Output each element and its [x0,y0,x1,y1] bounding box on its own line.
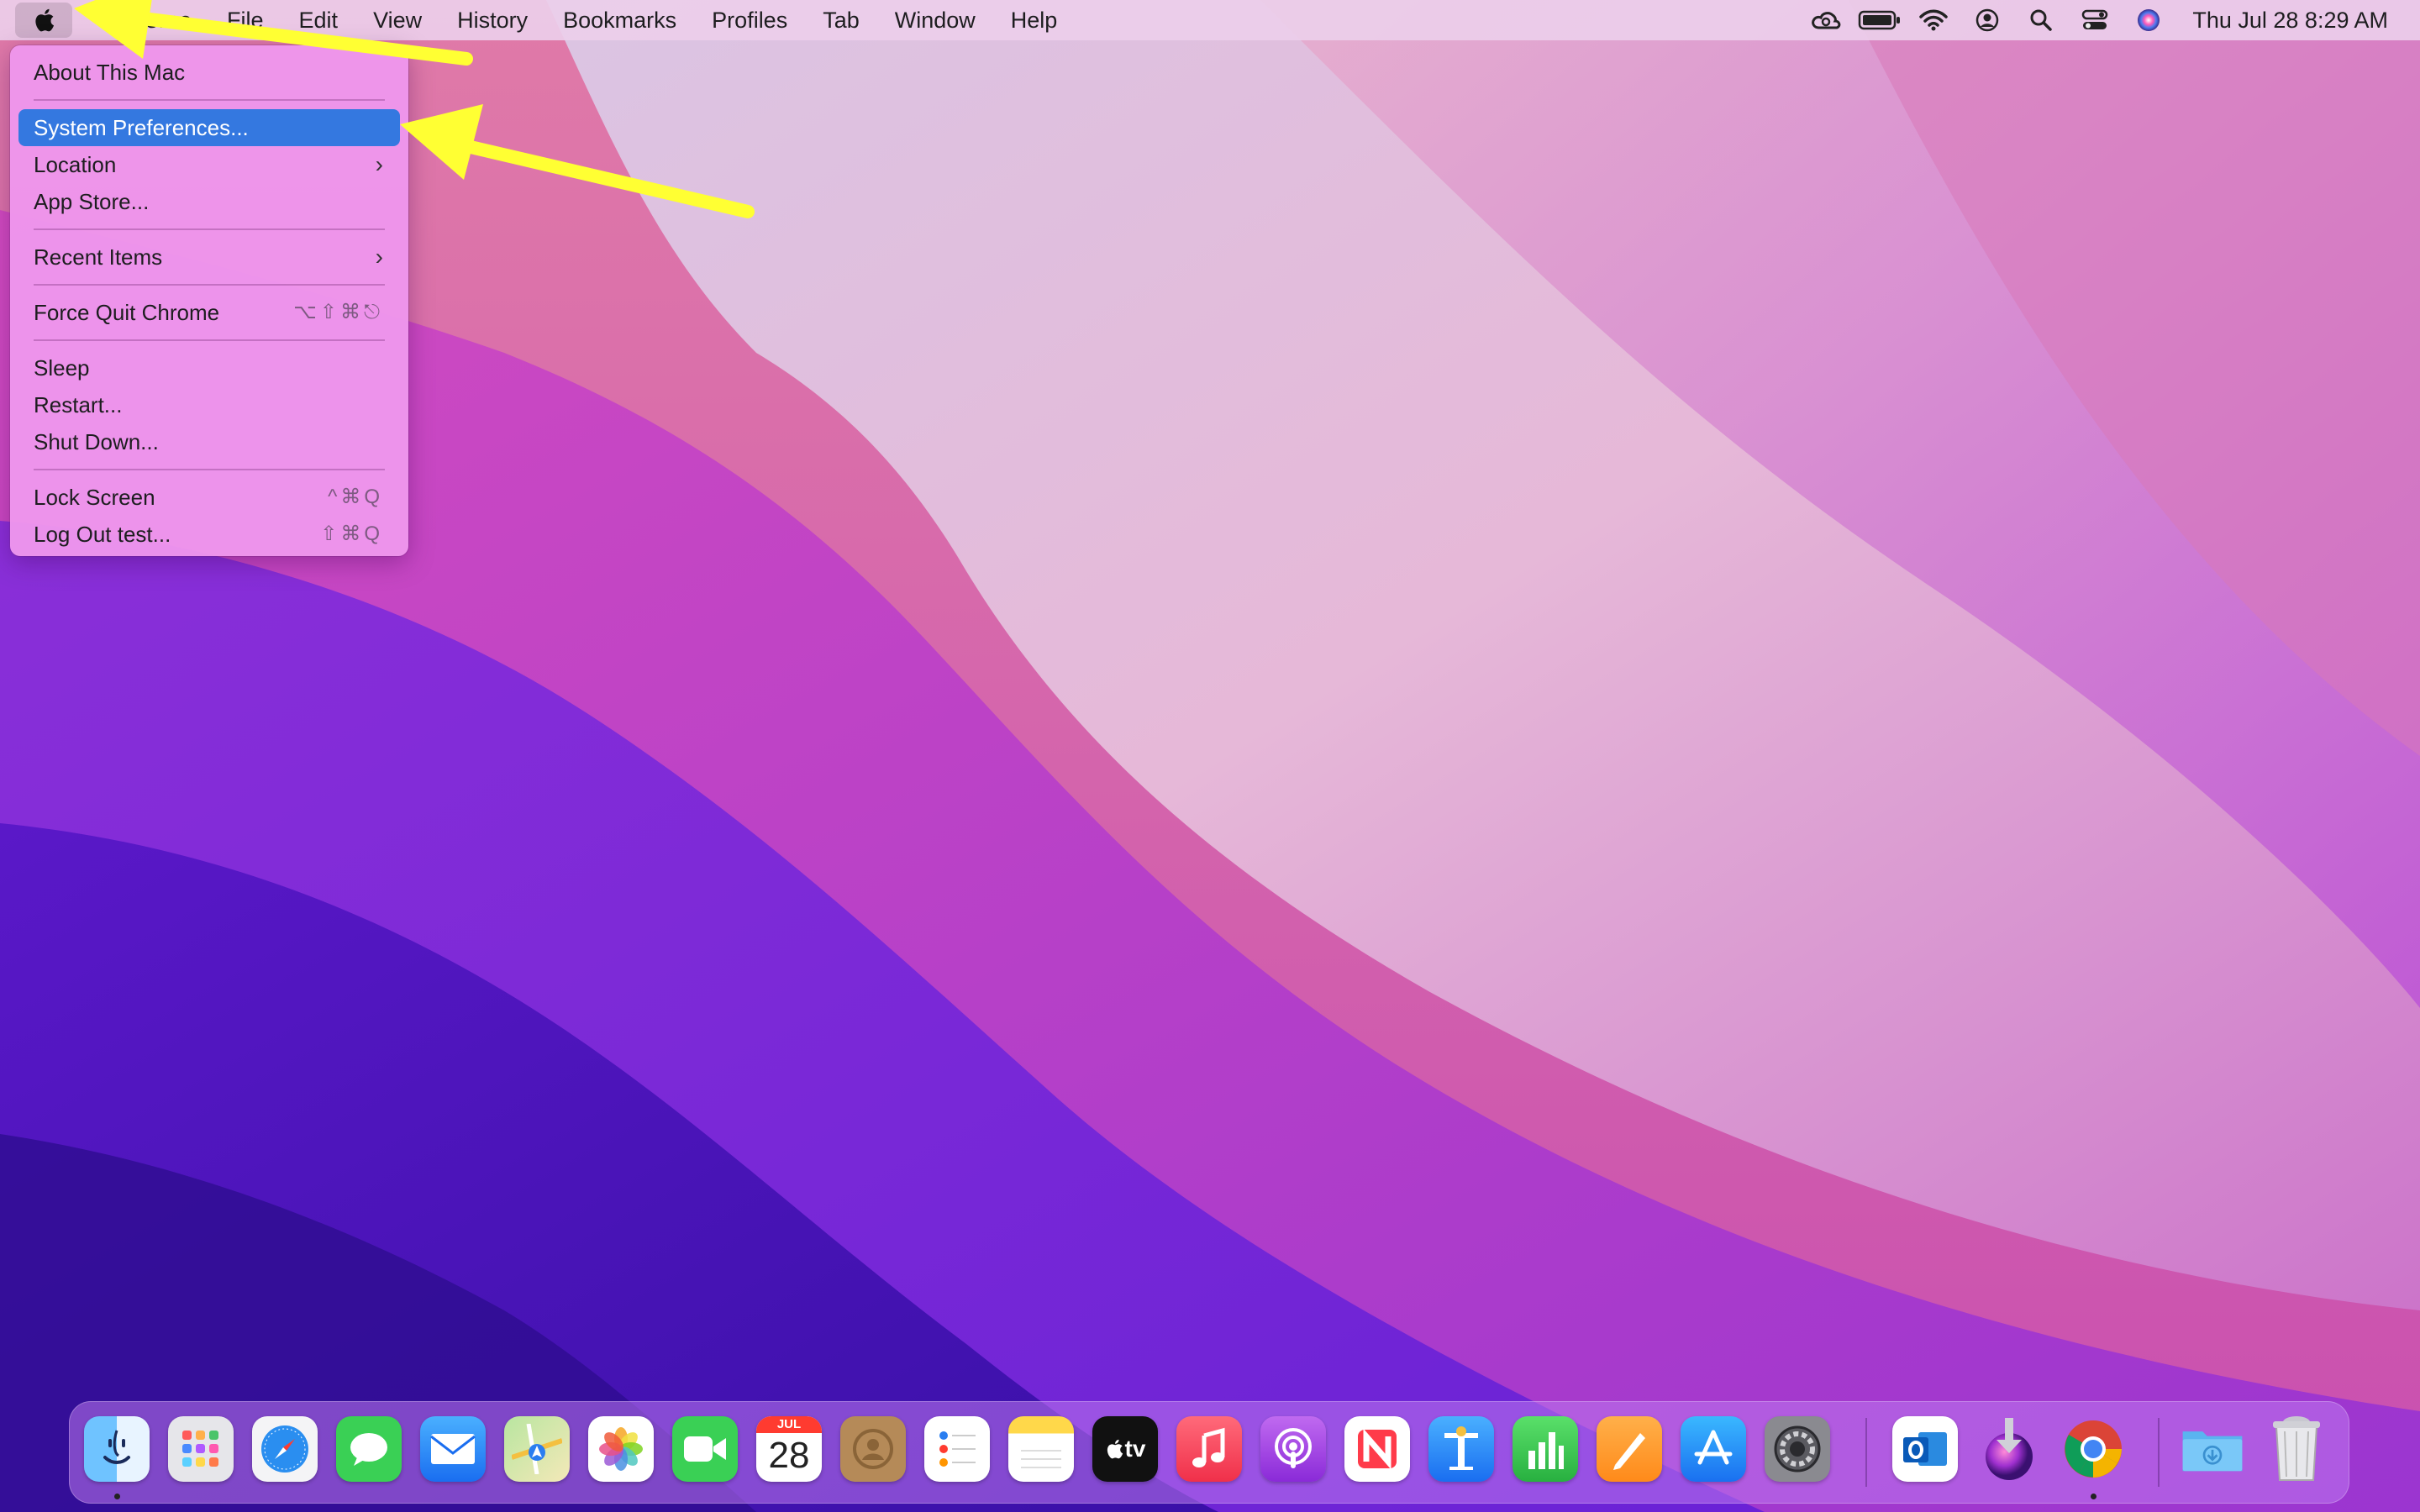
menubar-clock[interactable]: Thu Jul 28 8:29 AM [2192,8,2388,34]
menu-item-label: Sleep [34,355,90,381]
menu-item-label: App Store... [34,189,150,214]
menu-item-label: Lock Screen [34,485,155,510]
menu-item-recent-items[interactable]: Recent Items › [18,239,400,276]
menu-bar: Chrome File Edit View History Bookmarks … [0,0,2420,40]
menu-item-force-quit[interactable]: Force Quit Chrome ⌥⇧⌘⎋ [18,294,400,331]
creative-cloud-icon[interactable] [1799,0,1853,40]
menu-item-label: About This Mac [34,60,186,85]
menu-item-about-this-mac[interactable]: About This Mac [18,54,400,91]
dock-launchpad-icon[interactable] [168,1416,234,1482]
menu-item-log-out[interactable]: Log Out test... ⇧⌘Q [18,516,400,553]
chevron-right-icon: › [375,151,383,177]
dock-trash-icon[interactable] [2264,1416,2329,1482]
menu-item-system-preferences[interactable]: System Preferences... [18,109,400,146]
menu-separator [34,228,385,230]
calendar-day: 28 [768,1435,810,1476]
wifi-icon[interactable] [1907,0,1960,40]
menu-separator [34,284,385,286]
dock-chrome-icon[interactable] [2060,1416,2126,1482]
control-center-icon[interactable] [2068,0,2122,40]
menu-app-name[interactable]: Chrome [97,0,209,40]
dock-music-icon[interactable] [1176,1416,1242,1482]
menu-view[interactable]: View [355,0,439,40]
siri-icon[interactable] [2122,0,2175,40]
dock-app-store-icon[interactable] [1681,1416,1746,1482]
dock-installer-icon[interactable] [1976,1416,2042,1482]
menu-item-label: System Preferences... [34,115,249,140]
menu-item-label: Log Out test... [34,522,171,547]
menu-history[interactable]: History [439,0,545,40]
user-account-icon[interactable] [1960,0,2014,40]
keyboard-shortcut: ^⌘Q [328,486,383,508]
menu-item-label: Shut Down... [34,429,159,454]
menu-separator [34,99,385,101]
dock-contacts-icon[interactable] [840,1416,906,1482]
menu-item-label: Location [34,152,117,177]
apple-menu-button[interactable] [15,3,72,38]
dock-system-preferences-icon[interactable] [1765,1416,1830,1482]
dock-keynote-icon[interactable] [1428,1416,1494,1482]
menu-separator [34,469,385,470]
menu-item-lock-screen[interactable]: Lock Screen ^⌘Q [18,479,400,516]
dock-numbers-icon[interactable] [1512,1416,1578,1482]
dock-finder-icon[interactable] [84,1416,150,1482]
menu-item-app-store[interactable]: App Store... [18,183,400,220]
menu-help[interactable]: Help [993,0,1076,40]
menu-item-label: Recent Items [34,244,163,270]
dock-divider [2158,1418,2160,1487]
keyboard-shortcut: ⌥⇧⌘⎋ [293,301,383,323]
dock-outlook-icon[interactable] [1892,1416,1958,1482]
menu-file[interactable]: File [209,0,281,40]
dock-calendar-icon[interactable]: JUL 28 [756,1416,822,1482]
dock-divider [1865,1418,1867,1487]
dock-tv-icon[interactable]: tv [1092,1416,1158,1482]
menu-profiles[interactable]: Profiles [694,0,805,40]
keyboard-shortcut: ⇧⌘Q [320,522,383,545]
menu-separator [34,339,385,341]
dock-safari-icon[interactable] [252,1416,318,1482]
running-indicator [2091,1494,2096,1499]
dock-maps-icon[interactable] [504,1416,570,1482]
dock: JUL 28 tv [69,1401,2349,1504]
battery-icon[interactable] [1853,0,1907,40]
dock-messages-icon[interactable] [336,1416,402,1482]
spotlight-search-icon[interactable] [2014,0,2068,40]
menu-item-location[interactable]: Location › [18,146,400,183]
running-indicator [114,1494,120,1499]
dock-mail-icon[interactable] [420,1416,486,1482]
menu-window[interactable]: Window [877,0,993,40]
dock-facetime-icon[interactable] [672,1416,738,1482]
menu-item-label: Force Quit Chrome [34,300,220,325]
menu-item-sleep[interactable]: Sleep [18,349,400,386]
dock-photos-icon[interactable] [588,1416,654,1482]
dock-podcasts-icon[interactable] [1260,1416,1326,1482]
menu-bookmarks[interactable]: Bookmarks [545,0,694,40]
menu-item-restart[interactable]: Restart... [18,386,400,423]
chevron-right-icon: › [375,244,383,270]
menu-item-shut-down[interactable]: Shut Down... [18,423,400,460]
dock-pages-icon[interactable] [1597,1416,1662,1482]
apple-dropdown-menu: About This Mac System Preferences... Loc… [10,45,408,556]
menu-tab[interactable]: Tab [805,0,877,40]
dock-news-icon[interactable] [1344,1416,1410,1482]
dock-downloads-folder-icon[interactable] [2180,1416,2245,1482]
dock-notes-icon[interactable] [1008,1416,1074,1482]
dock-reminders-icon[interactable] [924,1416,990,1482]
menu-edit[interactable]: Edit [281,0,356,40]
menu-item-label: Restart... [34,392,123,417]
calendar-month: JUL [756,1416,822,1433]
tv-label: tv [1124,1436,1146,1462]
apple-logo-icon [35,8,54,32]
